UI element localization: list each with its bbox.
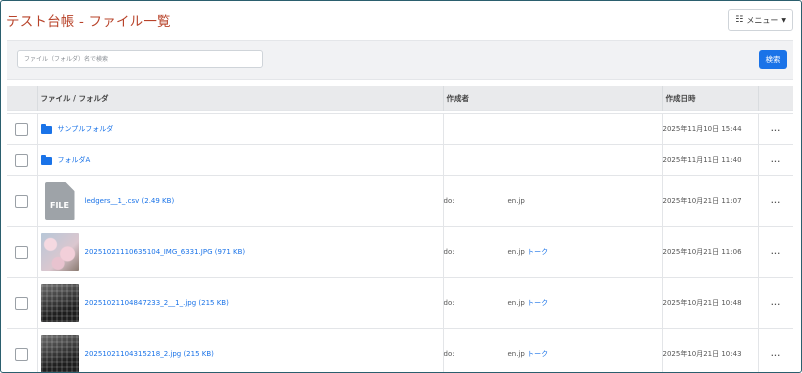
more-options-icon[interactable]: ... — [758, 277, 793, 329]
search-input[interactable] — [17, 50, 263, 68]
file-cell: 20251021104315218_2.jpg (215 KB) — [37, 328, 444, 372]
row-checkbox[interactable] — [15, 245, 29, 259]
table-row[interactable]: フォルダA 2025年11月11日 11:40 ... — [7, 144, 793, 176]
row-checkbox[interactable] — [15, 347, 29, 361]
folder-link[interactable]: サンプルフォルダ — [58, 124, 114, 134]
file-cell: 20251021104847233_2__1_.jpg (215 KB) — [37, 277, 444, 329]
talk-link[interactable]: トーク — [527, 248, 548, 256]
author-cell: do: en.jp — [443, 175, 663, 227]
app-window: テスト台帳 - ファイル一覧 ☷ メニュー ▼ 検索 ファイル / フォルダ 作… — [0, 0, 802, 373]
file-cell: フォルダA — [37, 144, 444, 176]
talk-link[interactable]: トーク — [527, 350, 548, 358]
more-options-icon[interactable]: ... — [758, 328, 793, 372]
table-row[interactable]: 20251021104847233_2__1_.jpg (215 KB) do:… — [7, 277, 793, 329]
list-icon: ☷ — [735, 14, 744, 25]
author-id: do: — [443, 248, 455, 256]
search-button[interactable]: 検索 — [759, 50, 787, 69]
author-id: do: — [443, 299, 455, 307]
caret-down-icon: ▼ — [781, 16, 786, 24]
row-checkbox-cell — [7, 277, 38, 329]
date-cell: 2025年10月21日 10:48 — [662, 277, 759, 329]
header-checkbox-cell — [7, 86, 38, 111]
date-cell: 2025年11月10日 15:44 — [662, 113, 759, 145]
file-icon: FILE — [44, 182, 75, 220]
file-link[interactable]: 20251021104847233_2__1_.jpg (215 KB) — [85, 299, 229, 307]
table-row[interactable]: 20251021104315218_2.jpg (215 KB) do: en.j… — [7, 328, 793, 372]
search-bar: 検索 — [7, 40, 793, 80]
row-checkbox-cell — [7, 175, 38, 227]
date-cell: 2025年11月11日 11:40 — [662, 144, 759, 176]
table-row[interactable]: サンプルフォルダ 2025年11月10日 15:44 ... — [7, 113, 793, 145]
row-checkbox[interactable] — [15, 194, 29, 208]
menu-label: メニュー — [746, 15, 779, 25]
row-checkbox-cell — [7, 328, 38, 372]
file-cell: サンプルフォルダ — [37, 113, 444, 145]
author-id: do: — [443, 350, 455, 359]
row-checkbox[interactable] — [15, 153, 29, 167]
folder-icon — [40, 124, 52, 134]
file-link[interactable]: 20251021104315218_2.jpg (215 KB) — [85, 350, 214, 358]
row-checkbox[interactable] — [15, 122, 29, 136]
author-cell — [443, 144, 663, 176]
file-table: ファイル / フォルダ 作成者 作成日時 サンプルフォルダ 2025年11月10… — [7, 86, 793, 372]
row-checkbox-cell — [7, 144, 38, 176]
file-cell: FILE ledgers__1_.csv (2.49 KB) — [37, 175, 444, 227]
page-header: テスト台帳 - ファイル一覧 ☷ メニュー ▼ — [1, 1, 801, 39]
image-thumbnail[interactable] — [40, 284, 79, 322]
column-header-file[interactable]: ファイル / フォルダ — [37, 86, 444, 111]
file-cell: 20251021110635104_IMG_6331.JPG (971 KB) — [37, 226, 444, 278]
author-domain: en.jp — [507, 248, 525, 256]
file-link[interactable]: ledgers__1_.csv (2.49 KB) — [85, 197, 175, 205]
more-options-icon[interactable]: ... — [758, 144, 793, 176]
table-row[interactable]: 20251021110635104_IMG_6331.JPG (971 KB) … — [7, 226, 793, 278]
column-header-author[interactable]: 作成者 — [443, 86, 663, 111]
folder-link[interactable]: フォルダA — [58, 155, 91, 165]
file-icon-label: FILE — [49, 201, 69, 210]
page-title: テスト台帳 - ファイル一覧 — [6, 14, 171, 30]
menu-button[interactable]: ☷ メニュー ▼ — [728, 9, 793, 31]
more-options-icon[interactable]: ... — [758, 113, 793, 145]
more-options-icon[interactable]: ... — [758, 175, 793, 227]
column-header-date[interactable]: 作成日時 — [662, 86, 759, 111]
table-row[interactable]: FILE ledgers__1_.csv (2.49 KB) do: en.jp … — [7, 175, 793, 227]
file-link[interactable]: 20251021110635104_IMG_6331.JPG (971 KB) — [85, 248, 246, 256]
date-cell: 2025年10月21日 10:43 — [662, 328, 759, 372]
author-cell: do: en.jp トーク — [443, 226, 663, 278]
row-checkbox[interactable] — [15, 296, 29, 310]
row-checkbox-cell — [7, 113, 38, 145]
date-cell: 2025年10月21日 11:06 — [662, 226, 759, 278]
author-domain: en.jp — [507, 350, 525, 359]
table-header-row: ファイル / フォルダ 作成者 作成日時 — [7, 86, 793, 111]
more-options-icon[interactable]: ... — [758, 226, 793, 278]
folder-icon — [40, 155, 52, 165]
author-cell: do: en.jp トーク — [443, 328, 663, 372]
author-cell: do: en.jp トーク — [443, 277, 663, 329]
talk-link[interactable]: トーク — [527, 299, 548, 307]
header-actions-cell — [758, 86, 793, 111]
author-domain: en.jp — [507, 197, 525, 205]
author-domain: en.jp — [507, 299, 525, 307]
image-thumbnail[interactable] — [40, 335, 79, 372]
author-cell — [443, 113, 663, 145]
image-thumbnail[interactable] — [40, 233, 79, 271]
author-id: do: — [443, 197, 455, 205]
row-checkbox-cell — [7, 226, 38, 278]
date-cell: 2025年10月21日 11:07 — [662, 175, 759, 227]
